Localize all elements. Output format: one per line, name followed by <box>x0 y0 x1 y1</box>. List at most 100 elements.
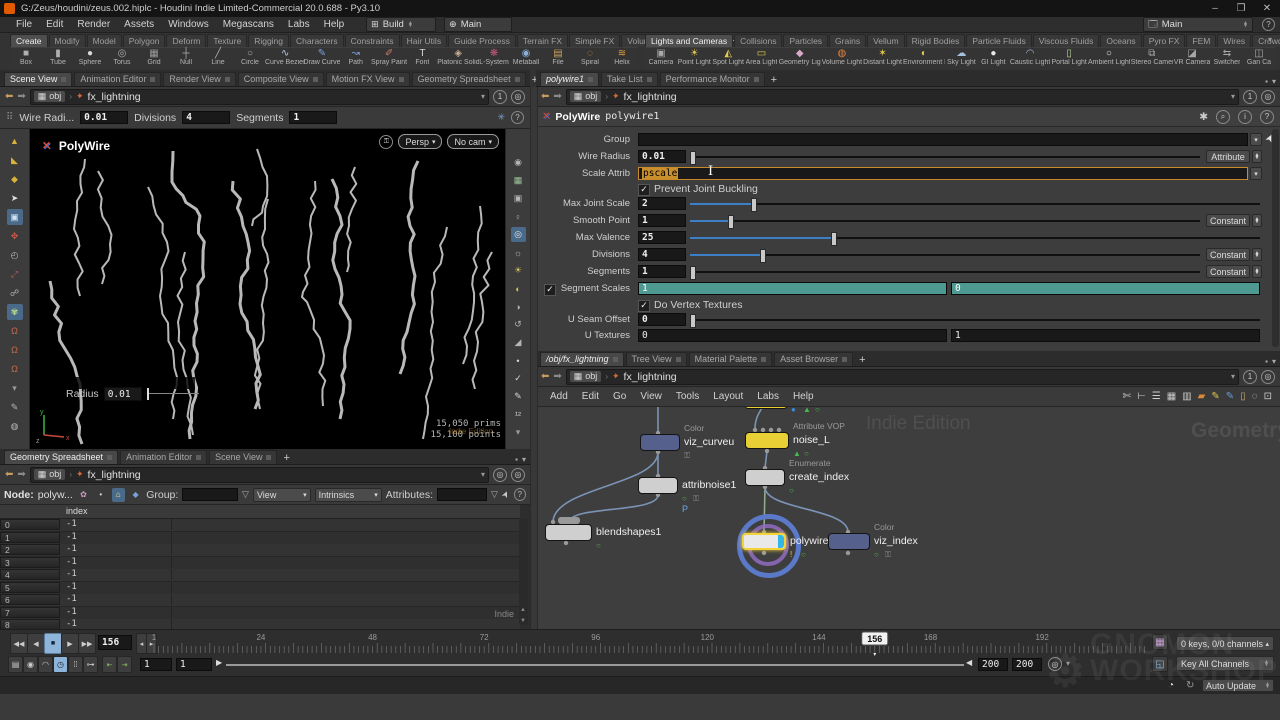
netmenu-go[interactable]: Go <box>607 391 632 402</box>
tab-take-list[interactable]: Take List <box>601 72 658 86</box>
menu-help-icon[interactable]: ? <box>1262 18 1275 31</box>
tab-add[interactable]: + <box>767 74 781 86</box>
forward-icon[interactable]: ➡ <box>553 371 561 382</box>
snap-more-icon[interactable]: ▾ <box>7 380 23 396</box>
shelf-tab-hair-utils[interactable]: Hair Utils <box>401 34 447 47</box>
per-point-menu[interactable]: Constant <box>1206 265 1250 278</box>
smooth-shade-icon[interactable]: ↺ <box>511 317 526 332</box>
slider-track[interactable] <box>690 271 1200 273</box>
tab-close-icon[interactable] <box>842 357 847 362</box>
context-chip-obj[interactable]: ▦obj <box>570 371 602 382</box>
gear-icon[interactable]: ✱ <box>1199 111 1208 123</box>
list-view-icon[interactable]: ☰ <box>1152 391 1161 402</box>
row-number[interactable]: 5 <box>0 582 60 593</box>
param-text-field[interactable]: pscale <box>638 167 1248 180</box>
shelf-tab-polygon[interactable]: Polygon <box>123 34 166 47</box>
shelf-tab-texture[interactable]: Texture <box>207 34 247 47</box>
translate-tool-icon[interactable]: ✥ <box>7 228 23 244</box>
tree-view-icon[interactable]: ⊢ <box>1137 391 1146 402</box>
pair-field-1[interactable]: 1 <box>951 329 1260 342</box>
slider-handle[interactable] <box>690 266 696 280</box>
select-tool-icon[interactable]: ➤ <box>7 190 23 206</box>
tab-animation-editor[interactable]: Animation Editor <box>74 72 161 86</box>
tab--obj-fx-lightning[interactable]: /obj/fx_lightning <box>540 352 624 366</box>
menu-edit[interactable]: Edit <box>40 19 69 30</box>
scroll-up-icon[interactable]: ▲ <box>520 607 526 613</box>
segment-scale-field-0[interactable]: 1 <box>638 282 947 295</box>
slider-handle[interactable] <box>760 249 766 263</box>
shelf-tab-particles[interactable]: Particles <box>783 34 828 47</box>
shelf-tool-tube[interactable]: ▮Tube <box>42 48 74 70</box>
shelf-tool-geometry-light[interactable]: ◆Geometry Light <box>778 48 821 70</box>
tab-close-icon[interactable] <box>588 77 593 82</box>
per-point-menu[interactable]: Attribute <box>1206 150 1250 163</box>
tab-animation-editor[interactable]: Animation Editor <box>120 450 207 464</box>
shelf-tab-pyro-fx[interactable]: Pyro FX <box>1143 34 1186 47</box>
follow-network-icon[interactable]: ◎ <box>511 90 525 104</box>
find-icon[interactable]: ◌ <box>1252 391 1258 402</box>
menu-megascans[interactable]: Megascans <box>217 19 280 30</box>
menu-spinner[interactable]: ▲▼ <box>1252 150 1262 163</box>
tab-close-icon[interactable] <box>225 77 230 82</box>
per-point-menu[interactable]: Constant <box>1206 214 1250 227</box>
row-number[interactable]: 1 <box>0 532 60 543</box>
ramp-checkbox[interactable]: ✓ <box>544 284 556 296</box>
pane-menu-icon[interactable]: ▾ <box>522 455 526 464</box>
shelf-tab-viscous-fluids[interactable]: Viscous Fluids <box>1033 34 1100 47</box>
scene-viewport[interactable]: ▲◣◆➤▣✥◴⤢☍✾ΩΩΩ▾✎◍✕PolyWire⚿Persp▾No cam▾R… <box>0 129 530 449</box>
shelf-tool-curve-bezier[interactable]: ∿Curve Bezier <box>266 48 304 70</box>
shelf-tool-stereo-camera[interactable]: ⧉Stereo Camera <box>1130 48 1173 70</box>
pane-menu-icon[interactable]: ▾ <box>1272 77 1276 86</box>
tab-scene-view[interactable]: Scene View <box>4 72 72 86</box>
shelf-tool-environment-light[interactable]: ◐Environment Light <box>903 48 946 70</box>
follow-network-icon[interactable]: ◎ <box>1261 90 1275 104</box>
node-name-field[interactable]: polywire1 <box>605 111 659 122</box>
slider-track[interactable] <box>690 220 1200 222</box>
fullscreen-icon[interactable]: ⊡ <box>1264 391 1272 402</box>
vertex-marker-icon[interactable]: ✓ <box>511 371 526 386</box>
pane-menu-icon[interactable]: ▾ <box>1272 357 1276 366</box>
tab-material-palette[interactable]: Material Palette <box>689 352 773 366</box>
rotate-tool-icon[interactable]: ◴ <box>7 247 23 263</box>
sheet-prims-icon[interactable]: ⌂ <box>112 488 125 502</box>
snapshot-icon[interactable]: ▦ <box>511 173 526 188</box>
shelf-tool-area-light[interactable]: ▭Area Light <box>745 48 779 70</box>
node-viz_index[interactable] <box>828 533 870 550</box>
back-icon[interactable]: ⬅ <box>5 91 13 102</box>
pane-maximize-icon[interactable]: ▪ <box>1265 357 1268 366</box>
menu-help[interactable]: Help <box>318 19 351 30</box>
slider-track[interactable] <box>690 319 1260 321</box>
shelf-tool-line[interactable]: ╱Line <box>202 48 234 70</box>
shelf-tool-vr-camera[interactable]: ◪VR Camera <box>1173 48 1211 70</box>
menu-spinner[interactable]: ▲▼ <box>1252 265 1262 278</box>
context-chip-obj[interactable]: ▦obj <box>34 469 66 480</box>
path-dropdown-icon[interactable]: ▾ <box>1231 372 1235 381</box>
main-desktop-combo[interactable]: ⊕Main <box>444 17 512 32</box>
shelf-tool-gi-light[interactable]: ●GI Light <box>977 48 1009 70</box>
tab-add[interactable]: + <box>279 452 293 464</box>
menu-spinner[interactable]: ▲▼ <box>1252 214 1262 227</box>
pair-field-0[interactable]: 0 <box>638 329 947 342</box>
menu-spinner[interactable]: ▲▼ <box>1252 248 1262 261</box>
path-display[interactable]: ▦obj›✦fx_lightning▾ <box>30 467 489 483</box>
shelf-tool-switcher[interactable]: ⇆Switcher <box>1211 48 1243 70</box>
motion-path-icon[interactable]: ◱ <box>1152 656 1168 672</box>
tab-asset-browser[interactable]: Asset Browser <box>774 352 853 366</box>
param-value-field[interactable]: 0 <box>638 313 686 326</box>
shelf-tab-rigid-bodies[interactable]: Rigid Bodies <box>906 34 966 47</box>
shelf-tool-volume-light[interactable]: ◍Volume Light <box>821 48 862 70</box>
shelf-tab-deform[interactable]: Deform <box>166 34 206 47</box>
filter-icon[interactable]: ▽ <box>242 489 249 500</box>
menu-render[interactable]: Render <box>71 19 116 30</box>
menu-assets[interactable]: Assets <box>118 19 160 30</box>
pose-tool-icon[interactable]: ☍ <box>7 285 23 301</box>
pane-maximize-icon[interactable]: ▪ <box>1265 77 1268 86</box>
path-display[interactable]: ▦obj›✦fx_lightning▾ <box>566 369 1239 385</box>
follow-playbar-icon[interactable]: ▤ <box>8 656 23 673</box>
range-slider-track[interactable] <box>226 664 964 666</box>
shelf-tab-simple-fx[interactable]: Simple FX <box>569 34 620 47</box>
grid2-icon[interactable]: ▥ <box>1182 391 1191 402</box>
back-icon[interactable]: ⬅ <box>5 469 13 480</box>
tab-motion-fx-view[interactable]: Motion FX View <box>326 72 410 86</box>
minimize-button[interactable]: – <box>1202 1 1228 16</box>
